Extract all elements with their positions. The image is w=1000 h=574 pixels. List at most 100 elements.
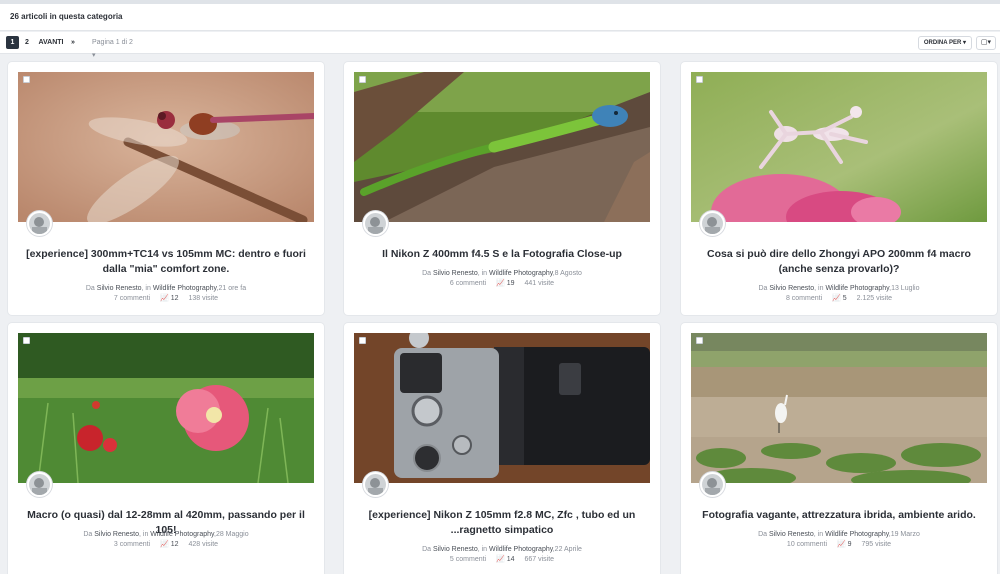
article-byline: Da Silvio Renesto, in Wildlife Photograp… <box>83 531 249 538</box>
article-stats: 5 commenti 📈 14 667 visite <box>354 555 650 565</box>
article-thumbnail[interactable] <box>354 333 650 483</box>
article-thumbnail[interactable] <box>18 333 314 483</box>
select-checkbox[interactable] <box>696 337 703 344</box>
article-date: 22 Aprile <box>554 546 582 553</box>
article-title[interactable]: [experience] Nikon Z 105mm f2.8 MC, Zfc … <box>354 508 650 538</box>
article-card[interactable]: Fotografia vagante, attrezzatura ibrida,… <box>681 323 997 574</box>
select-checkbox[interactable] <box>23 337 30 344</box>
comments-link[interactable]: 5 commenti <box>450 556 486 563</box>
author-link[interactable]: Silvio Renesto <box>97 285 142 292</box>
article-byline: Da Silvio Renesto, in Wildlife Photograp… <box>422 546 582 553</box>
trend-icon: 📈 <box>496 280 505 287</box>
trend-icon: 📈 <box>832 295 841 302</box>
view-count: 667 visite <box>524 556 555 563</box>
author-link[interactable]: Silvio Renesto <box>769 531 814 538</box>
next-page-button[interactable]: AVANTI <box>38 36 64 49</box>
author-avatar[interactable] <box>700 472 725 497</box>
article-title[interactable]: [experience] 300mm+TC14 vs 105mm MC: den… <box>18 247 314 277</box>
category-header: 26 articoli in questa categoria <box>0 4 1000 31</box>
article-date: 8 Agosto <box>554 270 582 277</box>
category-link[interactable]: Wildlife Photography <box>825 531 889 538</box>
comments-link[interactable]: 10 commenti <box>787 541 827 548</box>
view-toggle-button[interactable]: ▢▾ <box>976 36 996 50</box>
article-stats: 8 commenti 📈 5 2.125 visite <box>691 294 987 304</box>
last-page-button[interactable]: » <box>68 36 78 49</box>
category-link[interactable]: Wildlife Photography <box>825 285 889 292</box>
trend-icon: 📈 <box>160 295 169 302</box>
comments-link[interactable]: 3 commenti <box>114 541 150 548</box>
article-title[interactable]: Fotografia vagante, attrezzatura ibrida,… <box>691 508 987 523</box>
author-avatar[interactable] <box>363 472 388 497</box>
reaction-count: 19 <box>506 280 515 287</box>
author-link[interactable]: Silvio Renesto <box>433 546 478 553</box>
article-stats: 7 commenti 📈 12 138 visite <box>18 294 314 304</box>
comments-link[interactable]: 6 commenti <box>450 280 486 287</box>
article-card[interactable]: Il Nikon Z 400mm f4.5 S e la Fotografia … <box>344 62 660 315</box>
author-link[interactable]: Silvio Renesto <box>94 531 139 538</box>
article-stats: 6 commenti 📈 19 441 visite <box>354 279 650 289</box>
select-checkbox[interactable] <box>359 337 366 344</box>
article-thumbnail[interactable] <box>691 72 987 222</box>
select-checkbox[interactable] <box>23 76 30 83</box>
article-title[interactable]: Cosa si può dire dello Zhongyi APO 200mm… <box>691 247 987 277</box>
article-date: 28 Maggio <box>215 531 249 538</box>
article-card[interactable]: Cosa si può dire dello Zhongyi APO 200mm… <box>681 62 997 315</box>
article-stats: 10 commenti 📈 9 795 visite <box>691 540 987 550</box>
view-count: 441 visite <box>524 280 555 287</box>
reaction-count: 5 <box>842 295 847 302</box>
article-card[interactable]: [experience] 300mm+TC14 vs 105mm MC: den… <box>8 62 324 315</box>
article-date: 19 Marzo <box>890 531 920 538</box>
author-avatar[interactable] <box>27 472 52 497</box>
reaction-count: 14 <box>506 556 515 563</box>
trend-icon: 📈 <box>160 541 169 548</box>
lizard-photo <box>354 72 650 222</box>
reaction-count: 12 <box>170 295 179 302</box>
select-checkbox[interactable] <box>359 76 366 83</box>
page-1-button[interactable]: 1 <box>6 36 19 49</box>
layout-icon: ▢▾ <box>980 39 992 46</box>
trend-icon: 📈 <box>836 541 846 548</box>
view-count: 795 visite <box>861 541 892 548</box>
article-stats: 3 commenti 📈 12 428 visite <box>18 540 314 550</box>
pagination-bar: 1 2 AVANTI » Pagina 1 di 2 ▾ ORDINA PER … <box>0 32 1000 59</box>
category-link[interactable]: Wildlife Photography <box>150 531 214 538</box>
trend-icon: 📈 <box>496 556 505 563</box>
view-count: 138 visite <box>188 295 219 302</box>
page-2-button[interactable]: 2 <box>22 36 32 49</box>
egret-photo <box>691 333 987 483</box>
article-date: 13 Luglio <box>891 285 920 292</box>
category-link[interactable]: Wildlife Photography <box>153 285 217 292</box>
article-card[interactable]: Macro (o quasi) dal 12-28mm al 420mm, pa… <box>8 323 324 574</box>
reaction-count: 9 <box>847 541 852 548</box>
author-link[interactable]: Silvio Renesto <box>433 270 478 277</box>
author-avatar[interactable] <box>27 211 52 236</box>
article-byline: Da Silvio Renesto, in Wildlife Photograp… <box>758 285 920 292</box>
article-card[interactable]: [experience] Nikon Z 105mm f2.8 MC, Zfc … <box>344 323 660 574</box>
comments-link[interactable]: 7 commenti <box>114 295 150 302</box>
category-link[interactable]: Wildlife Photography <box>489 270 553 277</box>
article-date: 21 ore fa <box>218 285 247 292</box>
article-thumbnail[interactable] <box>18 72 314 222</box>
poppy-photo <box>18 333 314 483</box>
select-checkbox[interactable] <box>696 76 703 83</box>
dragonfly-photo <box>18 72 314 222</box>
article-count: 26 articoli in questa categoria <box>10 12 123 21</box>
sort-button[interactable]: ORDINA PER ▾ <box>917 36 972 50</box>
view-count: 2.125 visite <box>856 295 893 302</box>
article-thumbnail[interactable] <box>691 333 987 483</box>
reaction-count: 12 <box>170 541 179 548</box>
article-thumbnail[interactable] <box>354 72 650 222</box>
author-avatar[interactable] <box>700 211 725 236</box>
article-byline: Da Silvio Renesto, in Wildlife Photograp… <box>758 531 920 538</box>
article-title[interactable]: Il Nikon Z 400mm f4.5 S e la Fotografia … <box>354 247 650 262</box>
category-link[interactable]: Wildlife Photography <box>489 546 553 553</box>
mantis-photo <box>691 72 987 222</box>
author-avatar[interactable] <box>363 211 388 236</box>
article-byline: Da Silvio Renesto, in Wildlife Photograp… <box>85 285 247 292</box>
page-jump-dropdown[interactable]: Pagina 1 di 2 ▾ <box>92 36 138 59</box>
author-link[interactable]: Silvio Renesto <box>769 285 814 292</box>
article-byline: Da Silvio Renesto, in Wildlife Photograp… <box>422 270 582 277</box>
view-count: 428 visite <box>188 541 219 548</box>
comments-link[interactable]: 8 commenti <box>786 295 822 302</box>
camera-photo <box>354 333 650 483</box>
